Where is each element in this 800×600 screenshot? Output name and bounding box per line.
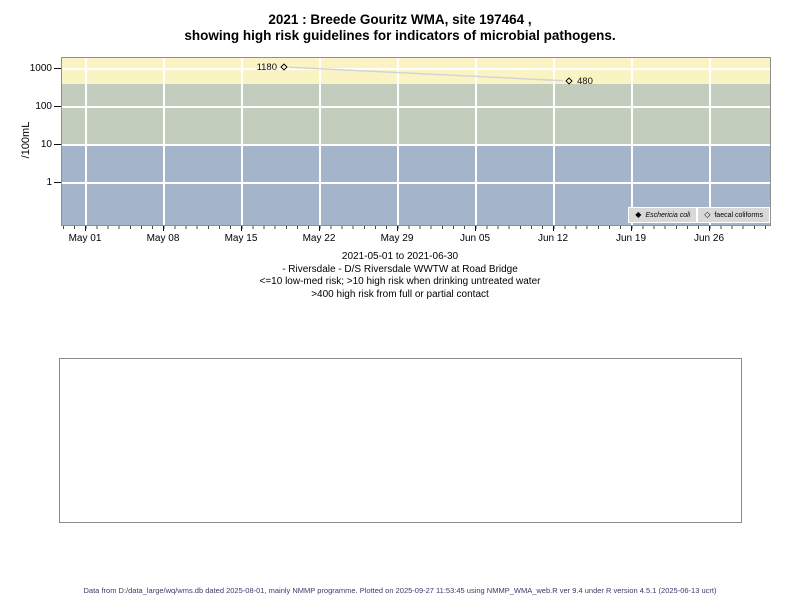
chart-subtitle: 2021-05-01 to 2021-06-30 - Riversdale - … xyxy=(0,251,800,301)
legend-label: faecal coliforms xyxy=(714,211,763,219)
subtitle-date-range: 2021-05-01 to 2021-06-30 xyxy=(341,251,459,262)
x-tick-major xyxy=(163,226,164,231)
x-tick-label: May 01 xyxy=(68,233,102,244)
x-tick-label: Jun 05 xyxy=(459,233,491,244)
empty-panel xyxy=(59,358,742,523)
legend-entry-ecoli: ◆ Eschericia coli xyxy=(628,207,698,223)
subtitle-site-description: - Riversdale - D/S Riversdale WWTW at Ro… xyxy=(282,263,518,275)
y-tick-label: 1000 xyxy=(29,63,52,74)
y-tick-1000 xyxy=(54,68,61,69)
x-tick-major xyxy=(475,226,476,231)
y-tick-10 xyxy=(54,144,61,145)
x-tick-label: Jun 26 xyxy=(693,233,725,244)
y-tick-100 xyxy=(54,106,61,107)
chart-title: 2021 : Breede Gouritz WMA, site 197464 ,… xyxy=(0,12,800,44)
series-connector-line xyxy=(288,66,564,82)
x-tick-label: May 29 xyxy=(380,233,414,244)
series-faecal-coliforms xyxy=(280,63,573,85)
x-tick-label: May 22 xyxy=(302,233,336,244)
open-diamond-icon: ◇ xyxy=(704,210,711,219)
x-tick-major xyxy=(319,226,320,231)
subtitle-risk-note-contact: >400 high risk from full or partial cont… xyxy=(311,288,489,300)
open-diamond-point-2 xyxy=(565,77,573,85)
x-tick-label: May 15 xyxy=(224,233,258,244)
plot-area: 1180 480 ◆ Eschericia coli ◇ faecal coli… xyxy=(61,57,771,226)
legend-entry-faecal-coliforms: ◇ faecal coliforms xyxy=(697,207,770,223)
point-value-label: 480 xyxy=(577,75,593,87)
filled-diamond-icon: ◆ xyxy=(635,210,642,219)
point-value-label: 1180 xyxy=(256,61,277,73)
plot-page: 2021 : Breede Gouritz WMA, site 197464 ,… xyxy=(0,0,800,600)
x-tick-major xyxy=(85,226,86,231)
y-tick-label: 100 xyxy=(35,101,52,112)
y-tick-1 xyxy=(54,182,61,183)
x-tick-label: Jun 19 xyxy=(615,233,647,244)
chart-title-line2: showing high risk guidelines for indicat… xyxy=(184,28,616,43)
footer-provenance-text: Data from D:/data_large/wq/wms.db dated … xyxy=(83,586,717,595)
x-tick-major xyxy=(397,226,398,231)
legend: ◆ Eschericia coli ◇ faecal coliforms xyxy=(628,207,770,223)
x-tick-major xyxy=(553,226,554,231)
x-tick-major xyxy=(631,226,632,231)
chart-title-line1: 2021 : Breede Gouritz WMA, site 197464 , xyxy=(268,12,532,27)
legend-label: Eschericia coli xyxy=(645,211,691,219)
x-axis-daily-ticks xyxy=(63,226,769,229)
y-tick-label: 1 xyxy=(46,177,52,188)
x-tick-label: May 08 xyxy=(146,233,180,244)
x-tick-major xyxy=(241,226,242,231)
y-tick-label: 10 xyxy=(40,139,52,150)
x-tick-major xyxy=(709,226,710,231)
subtitle-risk-note-drinking: <=10 low-med risk; >10 high risk when dr… xyxy=(259,276,541,287)
x-tick-label: Jun 12 xyxy=(537,233,569,244)
open-diamond-point-1 xyxy=(280,63,288,71)
